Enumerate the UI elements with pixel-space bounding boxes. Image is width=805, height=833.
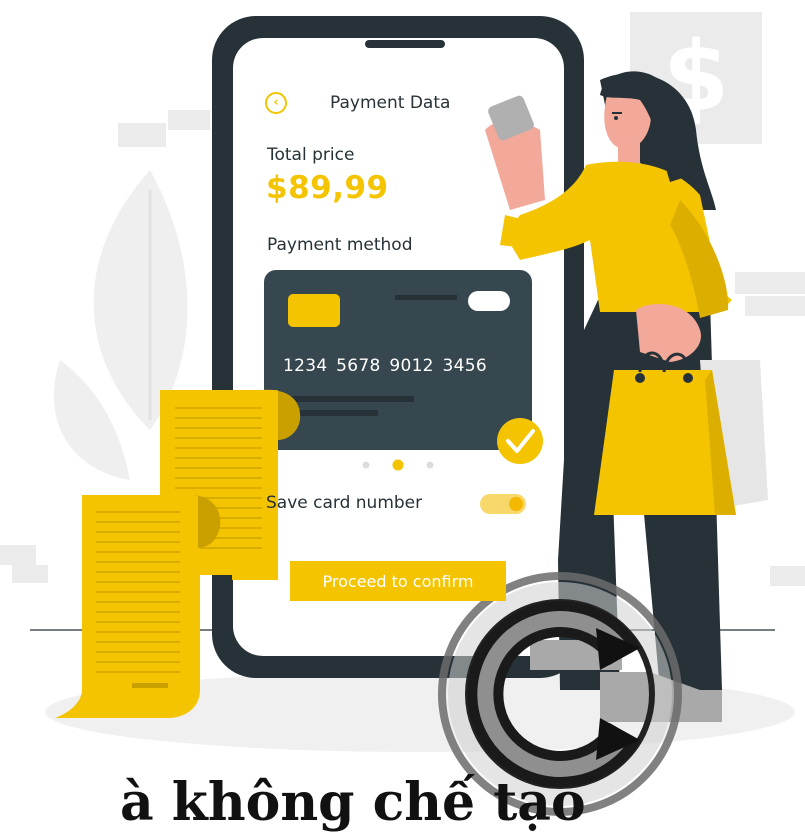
receipt-front (55, 494, 221, 718)
total-price-label: Total price (267, 145, 355, 165)
toggle-knob (509, 497, 523, 511)
illustration: $ (0, 12, 805, 816)
screen-title: Payment Data (330, 93, 451, 113)
check-circle-icon (497, 418, 543, 464)
shopping-bag (594, 351, 768, 515)
caption-text: à không chế tạo (120, 772, 586, 833)
proceed-to-confirm-button[interactable]: Proceed to confirm (290, 561, 506, 601)
back-circle-icon[interactable]: ‹ (265, 92, 287, 114)
card-number: 1234 5678 9012 3456 (283, 356, 487, 376)
total-price-value: $89,99 (266, 170, 389, 206)
save-card-label: Save card number (266, 493, 423, 513)
save-card-toggle[interactable] (480, 494, 526, 514)
payment-method-label: Payment method (267, 235, 413, 255)
